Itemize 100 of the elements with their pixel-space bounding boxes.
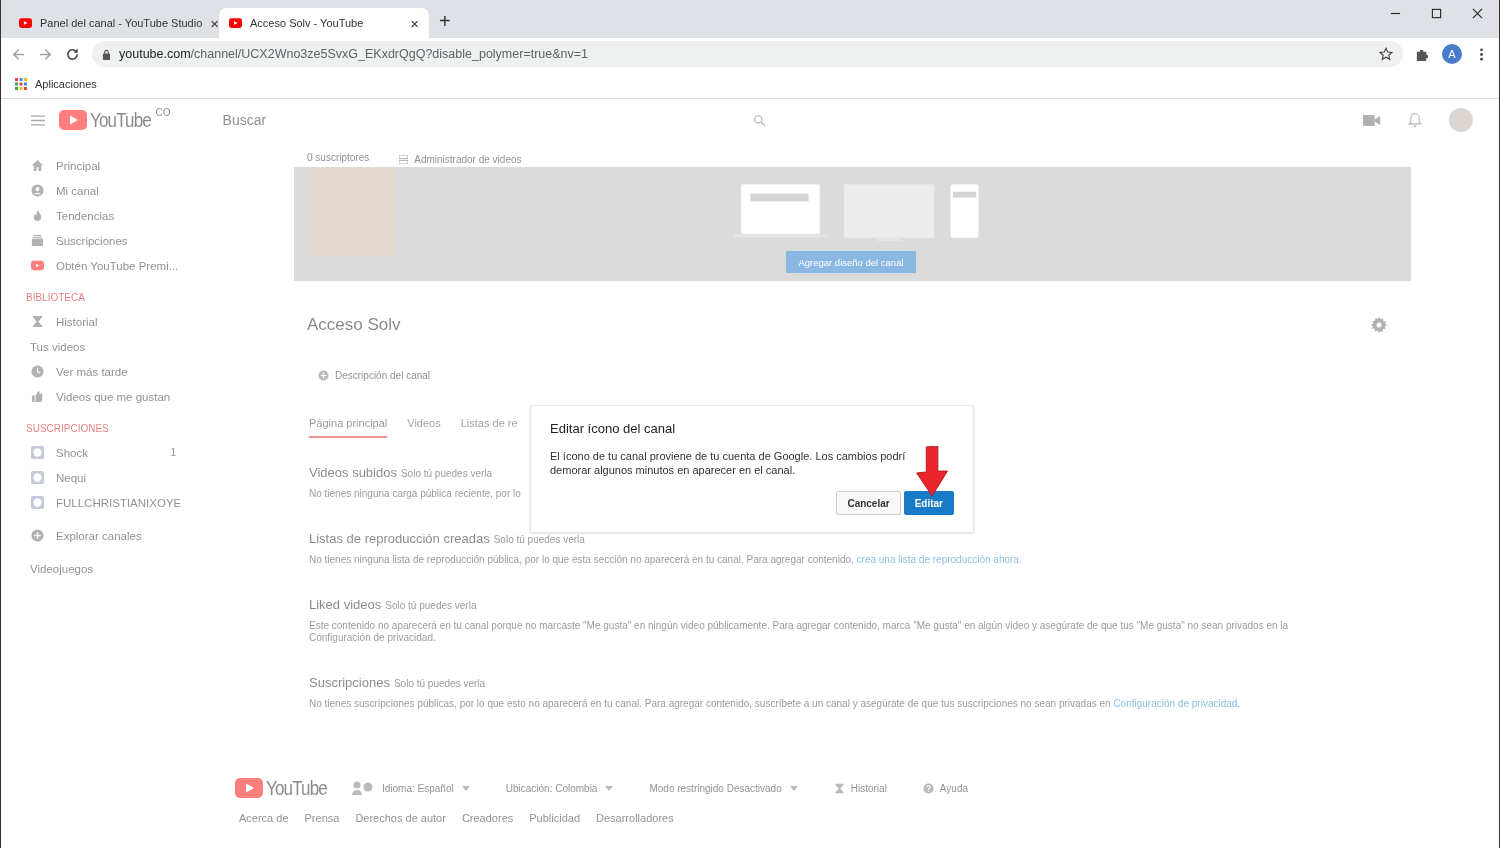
tab-title: Panel del canal - YouTube Studio [40, 17, 203, 29]
plus-circle-icon [31, 529, 44, 542]
visibility-note: Solo tú puedes verla [493, 534, 585, 545]
item-label: Tendencias [56, 209, 115, 222]
section-title: Videos subidos [309, 465, 397, 480]
region-code: CO [155, 107, 171, 118]
section-heading: BIBLIOTECA [25, 291, 86, 305]
add-channel-art-button[interactable]: Agregar diseño del canal [786, 251, 916, 273]
youtube-logo[interactable] [235, 778, 263, 798]
video-camera-icon[interactable] [1363, 112, 1381, 128]
lock-icon [102, 48, 111, 60]
profile-avatar[interactable]: A [1442, 44, 1462, 64]
item-label: Explorar canales [56, 529, 142, 542]
video-play-icon [229, 18, 242, 28]
channel-avatar-icon [31, 446, 44, 459]
menu-icon[interactable] [31, 114, 45, 126]
sidebar-item[interactable]: Principal [1, 153, 176, 178]
sidebar-item[interactable]: Shock 1 [1, 440, 176, 465]
close-tab-button[interactable]: × [410, 14, 419, 32]
dialog-text: demorar algunos minutos en aparecer en el canal. [550, 463, 797, 477]
channel-tab[interactable]: Página principal [309, 417, 388, 438]
caret-icon [461, 785, 470, 791]
section-text: Este contenido no aparecerá en tu canal porque no marcaste "Me gusta" en ningún video públicamente. Para agregar contenido, marca "Me gusta" en algún video y asegúrate de que tus "Me gusta" no sean privados en la Configuración de privacidad. [309, 620, 1290, 644]
item-label: Ver más tarde [56, 365, 128, 378]
sidebar-item[interactable]: Explorar canales [1, 523, 176, 548]
channel-tab[interactable]: Listas de re [460, 417, 518, 438]
section-text: No tienes suscripciones públicas, por lo que esto no aparecerá en tu canal. Para agregar contenido, suscríbete a un canal y asegúrate de que tus suscripciones no sean privadas en Configuración de privacidad. [309, 698, 1241, 710]
caret-icon [605, 785, 614, 791]
caret-icon [789, 785, 798, 791]
channel-description-button[interactable]: Descripción del canal [318, 370, 438, 381]
bookmark-item[interactable]: Aplicaciones [15, 78, 97, 90]
sidebar-item[interactable]: Videos que me gustan [1, 384, 176, 409]
home-icon [31, 159, 44, 172]
visibility-note: Solo tú puedes verla [400, 468, 493, 479]
sidebar-item[interactable]: Nequi [1, 465, 176, 490]
footer-link[interactable]: Derechos de autor [355, 812, 446, 824]
section-heading: SUSCRIPCIONES [25, 422, 110, 436]
plus-circle-icon [318, 370, 329, 381]
visibility-note: Solo tú puedes verla [393, 678, 486, 689]
footer-link[interactable]: Desarrolladores [596, 812, 674, 824]
section-title: Listas de reproducción creadas [309, 531, 490, 546]
video-play-icon [19, 18, 32, 28]
url-path: /channel/UCX2Wno3ze5SvxG_EKxdrQgQ?disable_polymer=true&nv=1 [190, 47, 588, 61]
sidebar-item[interactable]: Ver más tarde [1, 359, 176, 384]
channel-tab[interactable]: Videos [407, 417, 441, 438]
item-label: Videojuegos [30, 562, 94, 575]
video-play-icon [31, 259, 44, 272]
cancel-button[interactable]: Cancelar [836, 491, 901, 515]
clock-icon [31, 365, 44, 378]
footer-link[interactable]: Creadores [461, 812, 514, 824]
item-label: Principal [56, 159, 101, 172]
item-label: Obtén YouTube Premi... [56, 259, 179, 272]
channel-avatar-icon [31, 496, 44, 509]
section-text: No tienes ninguna carga pública reciente, por lo [309, 488, 521, 500]
tab-title: Acceso Solv - YouTube [250, 17, 365, 29]
edit-button[interactable]: Editar [903, 491, 954, 515]
sidebar-item[interactable]: Tus videos [1, 334, 175, 359]
sidebar-item[interactable]: Historial [1, 309, 176, 334]
settings-icon[interactable] [1371, 317, 1387, 333]
sidebar-item[interactable]: Suscripciones [1, 228, 176, 253]
youtube-logo[interactable] [59, 110, 87, 130]
new-tab-button[interactable]: + [439, 10, 451, 33]
logo-wordmark: YouTube [266, 776, 328, 800]
maximize-icon[interactable] [1431, 8, 1442, 19]
item-label: Suscripciones [56, 234, 128, 247]
dialog-title: Editar ícono del canal [550, 421, 677, 436]
close-tab-button[interactable]: × [210, 14, 220, 32]
list-icon [399, 154, 409, 164]
close-icon[interactable] [1472, 8, 1483, 19]
footer-option[interactable]: Modo restringido Desactivado [649, 782, 798, 794]
url-domain: youtube.com [119, 47, 191, 61]
address-bar[interactable]: youtube.com/channel/UCX2Wno3ze5SvxG_EKxdrQgQ?disable_polymer=true&nv=1 [92, 41, 1403, 67]
browser-tab[interactable]: Acceso Solv - YouTube × [219, 8, 429, 38]
footer-link[interactable]: Publicidad [529, 812, 580, 824]
item-label: Nequi [56, 471, 87, 484]
footer-link[interactable]: Acerca de [239, 812, 289, 824]
footer-option[interactable]: Ubicación: Colombia [505, 782, 614, 794]
footer-option[interactable]: Idioma: Español [382, 782, 470, 794]
search-icon[interactable] [752, 113, 766, 127]
visibility-note: Solo tú puedes verla [385, 600, 477, 611]
footer-option[interactable]: Ayuda [922, 782, 969, 794]
star-icon[interactable] [1379, 47, 1393, 61]
sidebar-item[interactable]: Tendencias [1, 203, 176, 228]
flame-icon [31, 209, 44, 222]
item-label: Mi canal [56, 184, 99, 197]
footer-link[interactable]: Prensa [304, 812, 340, 824]
sidebar-item[interactable]: Videojuegos [1, 556, 175, 581]
sidebar-item[interactable]: Obtén YouTube Premi... [1, 253, 176, 278]
section-text: No tienes ninguna lista de reproducción pública, por lo que esta sección no aparecerá en tu canal. Para agregar contenido, crea una lista de reproducción ahora. [309, 554, 1022, 566]
video-manager-link[interactable]: Administrador de videos [399, 152, 522, 166]
text-link[interactable]: crea una lista de reproducción ahora. [856, 554, 1022, 565]
channel-name: Acceso Solv [307, 315, 401, 335]
reload-icon[interactable] [65, 46, 80, 62]
sidebar-item[interactable]: Mi canal [1, 178, 176, 203]
people-icon [352, 781, 374, 795]
user-avatar[interactable] [1449, 108, 1473, 132]
item-label: Videos que me gustan [56, 390, 171, 403]
bell-icon[interactable] [1406, 112, 1424, 128]
footer-option[interactable]: Historial [833, 782, 887, 794]
browser-tab[interactable]: Panel del canal - YouTube Studio × [9, 8, 219, 38]
